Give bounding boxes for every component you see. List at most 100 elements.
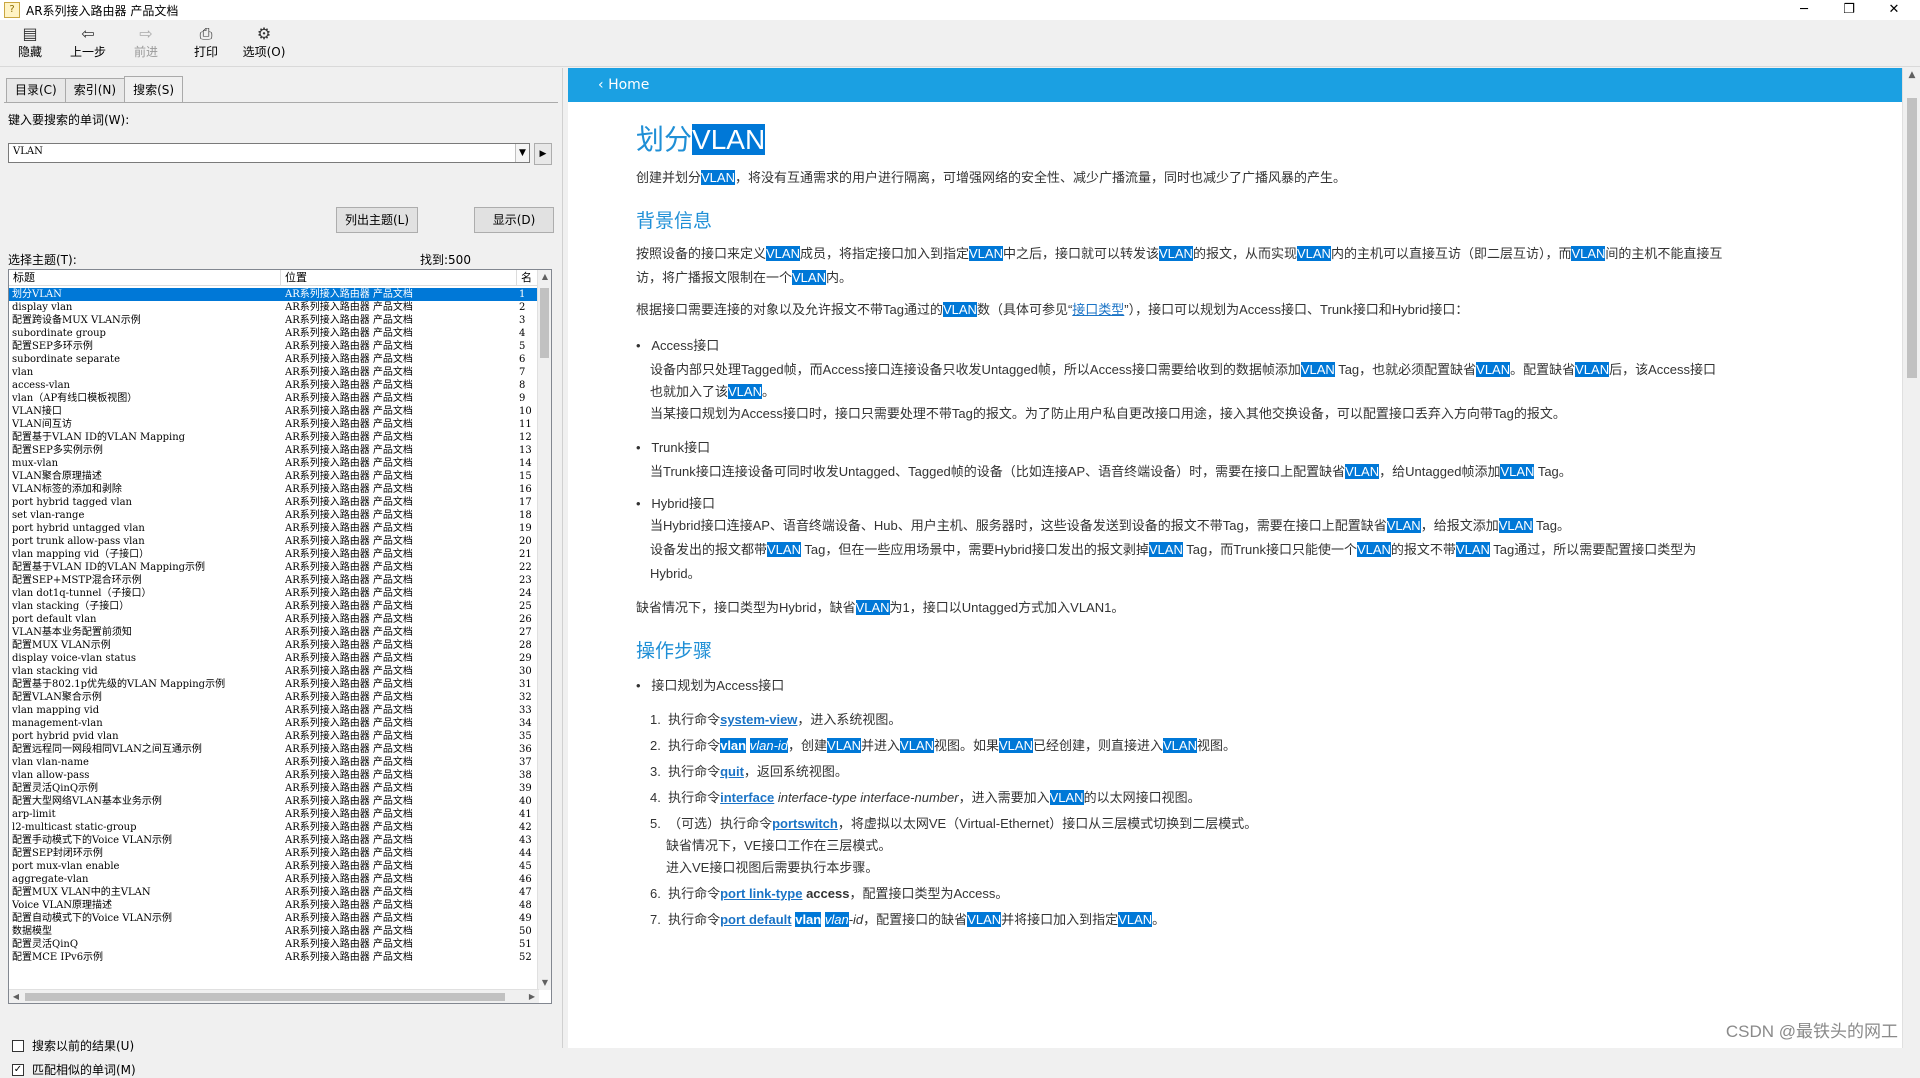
result-rank: 20 xyxy=(519,535,539,548)
result-row[interactable]: display voice-vlan statusAR系列接入路由器 产品文档2… xyxy=(9,652,539,665)
cmd-port-default[interactable]: port default xyxy=(720,912,792,927)
close-button[interactable]: ✕ xyxy=(1874,0,1914,20)
result-row[interactable]: VLAN接口AR系列接入路由器 产品文档10 xyxy=(9,405,539,418)
result-row[interactable]: port mux-vlan enableAR系列接入路由器 产品文档45 xyxy=(9,860,539,873)
option-search-previous[interactable]: 搜索以前的结果(U) xyxy=(12,1037,134,1054)
result-row[interactable]: 配置跨设备MUX VLAN示例AR系列接入路由器 产品文档3 xyxy=(9,314,539,327)
minimize-button[interactable]: ─ xyxy=(1784,0,1824,20)
hide-button[interactable]: ▤隐藏 xyxy=(4,24,56,60)
result-row[interactable]: 配置灵活QinQ示例AR系列接入路由器 产品文档39 xyxy=(9,782,539,795)
result-row[interactable]: subordinate groupAR系列接入路由器 产品文档4 xyxy=(9,327,539,340)
result-row[interactable]: 配置MCE IPv6示例AR系列接入路由器 产品文档52 xyxy=(9,951,539,964)
scroll-up-icon[interactable]: ▲ xyxy=(1903,70,1920,84)
column-location[interactable]: 位置 xyxy=(281,270,517,286)
result-row[interactable]: 配置基于VLAN ID的VLAN MappingAR系列接入路由器 产品文档12 xyxy=(9,431,539,444)
result-row[interactable]: access-vlanAR系列接入路由器 产品文档8 xyxy=(9,379,539,392)
result-row[interactable]: 配置自动模式下的Voice VLAN示例AR系列接入路由器 产品文档49 xyxy=(9,912,539,925)
result-row[interactable]: vlan dot1q-tunnel（子接口）AR系列接入路由器 产品文档24 xyxy=(9,587,539,600)
scroll-up-icon[interactable]: ▲ xyxy=(538,270,552,284)
restore-button[interactable]: ❐ xyxy=(1829,0,1869,20)
result-row[interactable]: 配置MUX VLAN中的主VLANAR系列接入路由器 产品文档47 xyxy=(9,886,539,899)
results-vertical-scrollbar[interactable]: ▲ ▼ xyxy=(537,270,551,990)
result-row[interactable]: 配置SEP封闭环示例AR系列接入路由器 产品文档44 xyxy=(9,847,539,860)
result-row[interactable]: VLAN聚合原理描述AR系列接入路由器 产品文档15 xyxy=(9,470,539,483)
result-row[interactable]: set vlan-rangeAR系列接入路由器 产品文档18 xyxy=(9,509,539,522)
tab-index[interactable]: 索引(N) xyxy=(65,78,125,102)
result-row[interactable]: management-vlanAR系列接入路由器 产品文档34 xyxy=(9,717,539,730)
cmd-system-view[interactable]: system-view xyxy=(720,712,797,727)
scroll-left-icon[interactable]: ◀ xyxy=(9,990,23,1004)
result-row[interactable]: port trunk allow-pass vlanAR系列接入路由器 产品文档… xyxy=(9,535,539,548)
column-title[interactable]: 标题 xyxy=(9,270,281,286)
search-tab-body: 键入要搜索的单词(W): VLAN ▼ ▶ 列出主题(L) 显示(D) 选择主题… xyxy=(4,102,558,1048)
result-row[interactable]: 配置基于VLAN ID的VLAN Mapping示例AR系列接入路由器 产品文档… xyxy=(9,561,539,574)
result-row[interactable]: display vlanAR系列接入路由器 产品文档2 xyxy=(9,301,539,314)
options-button[interactable]: ⚙选项(O) xyxy=(238,24,290,60)
cmd-port-link-type[interactable]: port link-type xyxy=(720,886,802,901)
result-row[interactable]: 配置远程同一网段相同VLAN之间互通示例AR系列接入路由器 产品文档36 xyxy=(9,743,539,756)
result-row[interactable]: vlan mapping vid（子接口）AR系列接入路由器 产品文档21 xyxy=(9,548,539,561)
display-button[interactable]: 显示(D) xyxy=(474,207,554,233)
checkbox-checked[interactable]: ✓ xyxy=(12,1064,24,1076)
search-input[interactable]: VLAN ▼ xyxy=(8,143,530,163)
cmd-portswitch[interactable]: portswitch xyxy=(772,816,838,831)
list-topics-button[interactable]: 列出主题(L) xyxy=(336,207,418,233)
result-row[interactable]: 配置SEP多环示例AR系列接入路由器 产品文档5 xyxy=(9,340,539,353)
back-button[interactable]: ⇦上一步 xyxy=(62,24,114,60)
result-row[interactable]: vlan allow-passAR系列接入路由器 产品文档38 xyxy=(9,769,539,782)
result-row[interactable]: vlan stacking vidAR系列接入路由器 产品文档30 xyxy=(9,665,539,678)
hscroll-thumb[interactable] xyxy=(25,993,505,1001)
scroll-thumb[interactable] xyxy=(540,288,549,358)
result-row[interactable]: vlan mapping vidAR系列接入路由器 产品文档33 xyxy=(9,704,539,717)
forward-button[interactable]: ⇨前进 xyxy=(120,24,172,60)
search-go-arrow-icon[interactable]: ▶ xyxy=(534,143,552,165)
result-row[interactable]: 配置MUX VLAN示例AR系列接入路由器 产品文档28 xyxy=(9,639,539,652)
result-row[interactable]: port hybrid untagged vlanAR系列接入路由器 产品文档1… xyxy=(9,522,539,535)
scroll-right-icon[interactable]: ▶ xyxy=(525,990,539,1004)
tab-contents[interactable]: 目录(C) xyxy=(6,78,66,102)
result-row[interactable]: arp-limitAR系列接入路由器 产品文档41 xyxy=(9,808,539,821)
result-row[interactable]: 配置SEP多实例示例AR系列接入路由器 产品文档13 xyxy=(9,444,539,457)
result-row[interactable]: port default vlanAR系列接入路由器 产品文档26 xyxy=(9,613,539,626)
result-row[interactable]: l2-multicast static-groupAR系列接入路由器 产品文档4… xyxy=(9,821,539,834)
result-row[interactable]: vlan（AP有线口模板视图）AR系列接入路由器 产品文档9 xyxy=(9,392,539,405)
content-scroll-thumb[interactable] xyxy=(1907,98,1917,378)
result-row[interactable]: VLAN标签的添加和剥除AR系列接入路由器 产品文档16 xyxy=(9,483,539,496)
dropdown-arrow-icon[interactable]: ▼ xyxy=(515,144,529,162)
home-link[interactable]: ‹ Home xyxy=(598,77,649,93)
result-rank: 50 xyxy=(519,925,539,938)
result-row[interactable]: 数据模型AR系列接入路由器 产品文档50 xyxy=(9,925,539,938)
cmd-quit[interactable]: quit xyxy=(720,764,744,779)
result-rank: 38 xyxy=(519,769,539,782)
results-list[interactable]: 标题 位置 名 划分VLANAR系列接入路由器 产品文档1display vla… xyxy=(8,269,552,1004)
content-vertical-scrollbar[interactable]: ▲ xyxy=(1902,68,1920,1048)
result-row[interactable]: 配置灵活QinQAR系列接入路由器 产品文档51 xyxy=(9,938,539,951)
result-row[interactable]: Voice VLAN原理描述AR系列接入路由器 产品文档48 xyxy=(9,899,539,912)
result-row[interactable]: 配置SEP+MSTP混合环示例AR系列接入路由器 产品文档23 xyxy=(9,574,539,587)
result-row[interactable]: port hybrid pvid vlanAR系列接入路由器 产品文档35 xyxy=(9,730,539,743)
result-row[interactable]: vlanAR系列接入路由器 产品文档7 xyxy=(9,366,539,379)
result-row[interactable]: mux-vlanAR系列接入路由器 产品文档14 xyxy=(9,457,539,470)
result-row[interactable]: subordinate separateAR系列接入路由器 产品文档6 xyxy=(9,353,539,366)
result-row[interactable]: 划分VLANAR系列接入路由器 产品文档1 xyxy=(9,288,539,301)
result-row[interactable]: 配置基于802.1p优先级的VLAN Mapping示例AR系列接入路由器 产品… xyxy=(9,678,539,691)
print-button[interactable]: ⎙打印 xyxy=(180,24,232,60)
result-row[interactable]: VLAN基本业务配置前须知AR系列接入路由器 产品文档27 xyxy=(9,626,539,639)
result-row[interactable]: vlan stacking（子接口）AR系列接入路由器 产品文档25 xyxy=(9,600,539,613)
tab-search[interactable]: 搜索(S) xyxy=(124,76,183,102)
results-horizontal-scrollbar[interactable]: ◀ ▶ xyxy=(9,989,539,1003)
interface-type-link[interactable]: 接口类型 xyxy=(1072,302,1124,317)
scroll-down-icon[interactable]: ▼ xyxy=(538,976,552,990)
result-location: AR系列接入路由器 产品文档 xyxy=(285,743,535,756)
checkbox[interactable] xyxy=(12,1040,24,1052)
result-row[interactable]: VLAN间互访AR系列接入路由器 产品文档11 xyxy=(9,418,539,431)
option-match-similar[interactable]: ✓匹配相似的单词(M) xyxy=(12,1061,136,1078)
cmd-interface[interactable]: interface xyxy=(720,790,774,805)
result-row[interactable]: 配置VLAN聚合示例AR系列接入路由器 产品文档32 xyxy=(9,691,539,704)
result-row[interactable]: vlan vlan-nameAR系列接入路由器 产品文档37 xyxy=(9,756,539,769)
result-row[interactable]: 配置手动模式下的Voice VLAN示例AR系列接入路由器 产品文档43 xyxy=(9,834,539,847)
result-row[interactable]: aggregate-vlanAR系列接入路由器 产品文档46 xyxy=(9,873,539,886)
column-rank[interactable]: 名 xyxy=(517,270,539,286)
result-row[interactable]: 配置大型网络VLAN基本业务示例AR系列接入路由器 产品文档40 xyxy=(9,795,539,808)
result-row[interactable]: port hybrid tagged vlanAR系列接入路由器 产品文档17 xyxy=(9,496,539,509)
